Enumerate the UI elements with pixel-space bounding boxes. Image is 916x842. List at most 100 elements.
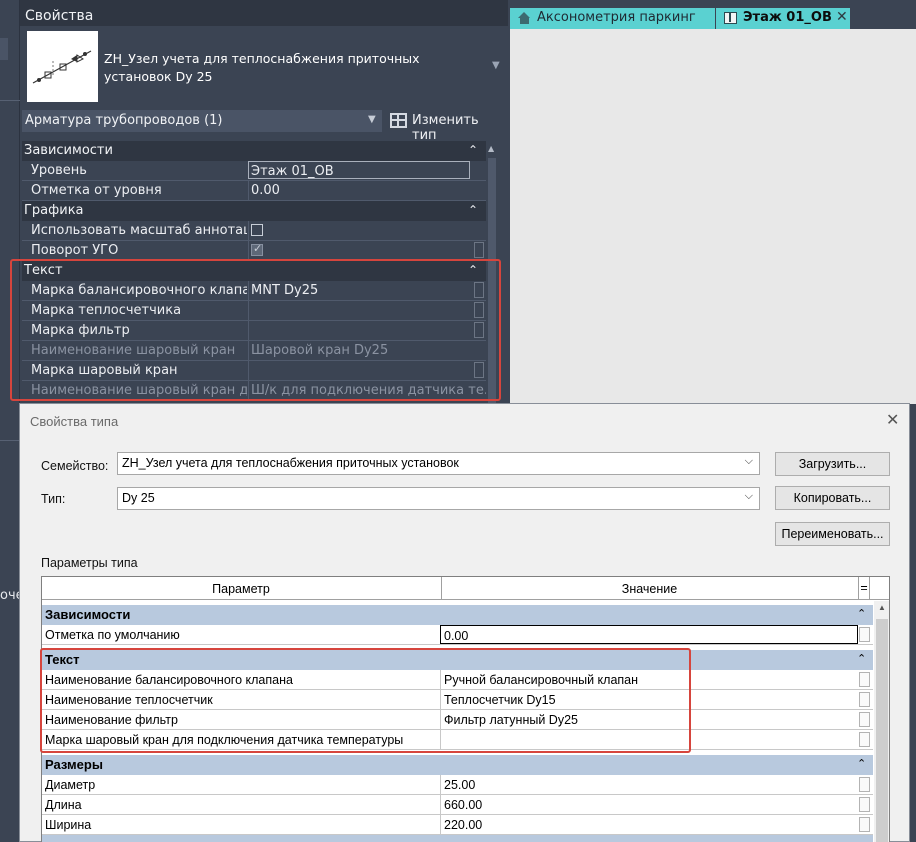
close-icon[interactable]: ✕ xyxy=(886,410,899,430)
property-value-cell xyxy=(248,221,486,240)
category-constraints[interactable]: Зависимости ⌃ xyxy=(22,141,486,161)
property-row-mark-balance-valve[interactable]: Марка балансировочного клапана MNT Dy25 xyxy=(22,281,486,301)
category-text[interactable]: Текст ⌃ xyxy=(22,261,486,281)
table-row[interactable]: Наименование фильтр Фильтр латунный Dy25 xyxy=(42,710,873,730)
property-row-annotation-scale[interactable]: Использовать масштаб аннотаций xyxy=(22,221,486,241)
table-row[interactable]: Марка шаровый кран для подключения датчи… xyxy=(42,730,873,750)
collapse-icon[interactable]: ⌃ xyxy=(857,652,866,665)
table-section-dimensions[interactable]: Размеры ⌃ xyxy=(42,755,873,775)
ugo-rotation-checkbox[interactable] xyxy=(251,242,263,256)
properties-scrollbar[interactable]: ▲ xyxy=(486,141,498,403)
formula-button[interactable] xyxy=(859,712,870,727)
table-row[interactable]: Диаметр 25.00 xyxy=(42,775,873,795)
associate-parameter-button[interactable] xyxy=(474,282,484,298)
chevron-down-icon[interactable]: ▼ xyxy=(368,114,376,125)
property-row-mark-ball-valve[interactable]: Марка шаровый кран xyxy=(22,361,486,381)
property-value[interactable] xyxy=(248,321,486,340)
property-name: Поворот УГО xyxy=(31,243,119,258)
load-button[interactable]: Загрузить... xyxy=(775,452,890,476)
annotation-scale-checkbox[interactable] xyxy=(251,224,263,236)
close-icon[interactable]: ✕ xyxy=(836,9,848,25)
parameter-value[interactable]: 25.00 xyxy=(440,775,858,794)
table-section-text[interactable]: Текст ⌃ xyxy=(42,650,873,670)
property-value: Шаровой кран Dy25 xyxy=(248,341,486,360)
scroll-up-icon[interactable]: ▲ xyxy=(878,603,886,612)
dialog-title: Свойства типа xyxy=(30,414,119,429)
associate-parameter-button[interactable] xyxy=(474,242,484,258)
dock-tab[interactable] xyxy=(0,38,8,60)
parameter-name: Марка шаровый кран для подключения датчи… xyxy=(45,733,404,747)
parameter-value[interactable] xyxy=(440,730,858,749)
edit-type-button[interactable]: Изменить тип xyxy=(388,110,506,143)
formula-button[interactable] xyxy=(859,692,870,707)
tab-axonometry-parking[interactable]: Аксонометрия паркинг xyxy=(510,8,715,29)
chevron-down-icon[interactable]: ▼ xyxy=(492,60,500,71)
table-row[interactable]: Длина 660.00 xyxy=(42,795,873,815)
formula-button[interactable] xyxy=(859,817,870,832)
type-value: Dy 25 xyxy=(122,491,155,505)
type-properties-dialog: Свойства типа ✕ Семейство: ZH_Узел учета… xyxy=(19,403,910,842)
table-row[interactable]: Наименование балансировочного клапана Ру… xyxy=(42,670,873,690)
property-name: Использовать масштаб аннотаций xyxy=(31,223,247,238)
formula-button[interactable] xyxy=(859,672,870,687)
type-dropdown[interactable]: Dy 25 ⌵ xyxy=(117,487,760,510)
parameter-value[interactable]: 220.00 xyxy=(440,815,858,834)
property-value[interactable] xyxy=(248,301,486,320)
property-row-ugo-rotation[interactable]: Поворот УГО xyxy=(22,241,486,261)
parameter-value-input[interactable]: 0.00 xyxy=(440,625,858,644)
property-row-level[interactable]: Уровень Этаж 01_ОВ xyxy=(22,161,486,181)
property-value[interactable]: MNT Dy25 xyxy=(248,281,486,300)
properties-palette: Свойства ZH_Узел учета для теплоснабжени… xyxy=(20,0,508,410)
copy-button[interactable]: Копировать... xyxy=(775,486,890,510)
rename-button[interactable]: Переименовать... xyxy=(775,522,890,546)
tab-floor-01-ov[interactable]: Этаж 01_ОВ ✕ xyxy=(716,8,850,29)
table-row[interactable]: Наименование теплосчетчик Теплосчетчик D… xyxy=(42,690,873,710)
parameter-value[interactable]: Теплосчетчик Dy15 xyxy=(440,690,858,709)
table-row[interactable]: Ширина 220.00 xyxy=(42,815,873,835)
associate-parameter-button[interactable] xyxy=(474,302,484,318)
parameter-value[interactable]: Фильтр латунный Dy25 xyxy=(440,710,858,729)
scrollbar-thumb[interactable] xyxy=(488,158,496,403)
collapse-icon[interactable]: ⌃ xyxy=(857,757,866,770)
formula-button[interactable] xyxy=(859,797,870,812)
associate-parameter-button[interactable] xyxy=(474,362,484,378)
column-header-parameter[interactable]: Параметр xyxy=(42,582,440,596)
drawing-view-area[interactable] xyxy=(510,29,916,404)
offset-value[interactable]: 0.00 xyxy=(248,181,486,200)
property-value[interactable] xyxy=(248,361,486,380)
formula-button[interactable] xyxy=(859,732,870,747)
category-graphics[interactable]: Графика ⌃ xyxy=(22,201,486,221)
element-filter-dropdown[interactable]: Арматура трубопроводов (1) xyxy=(22,110,382,132)
category-label: Текст xyxy=(24,263,63,278)
family-dropdown[interactable]: ZH_Узел учета для теплоснабжения приточн… xyxy=(117,452,760,475)
scrollbar-thumb[interactable] xyxy=(876,619,888,842)
table-row[interactable]: Отметка по умолчанию 0.00 xyxy=(42,625,873,645)
column-header-value[interactable]: Значение xyxy=(441,577,857,600)
scroll-up-icon[interactable]: ▲ xyxy=(488,144,494,153)
chevron-down-icon[interactable]: ⌵ xyxy=(745,455,753,468)
formula-button[interactable] xyxy=(859,627,870,642)
column-header-formula[interactable]: = xyxy=(858,577,870,600)
parameter-value[interactable]: 660.00 xyxy=(440,795,858,814)
table-section-constraints[interactable]: Зависимости ⌃ xyxy=(42,605,873,625)
parameter-name: Наименование фильтр xyxy=(45,713,178,727)
collapse-icon[interactable]: ⌃ xyxy=(468,203,478,217)
formula-button[interactable] xyxy=(859,777,870,792)
collapse-icon[interactable]: ⌃ xyxy=(468,143,478,157)
property-row-offset[interactable]: Отметка от уровня 0.00 xyxy=(22,181,486,201)
chevron-down-icon[interactable]: ⌵ xyxy=(745,490,753,503)
tab-label: Этаж 01_ОВ xyxy=(743,10,832,25)
level-input[interactable]: Этаж 01_ОВ xyxy=(248,161,470,179)
parameter-value[interactable]: Ручной балансировочный клапан xyxy=(440,670,858,689)
collapse-icon[interactable]: ⌃ xyxy=(857,607,866,620)
palette-title: Свойства xyxy=(20,0,508,26)
property-row-mark-filter[interactable]: Марка фильтр xyxy=(22,321,486,341)
category-label: Зависимости xyxy=(24,143,113,158)
property-name: Наименование шаровый кран xyxy=(31,343,236,358)
table-scrollbar[interactable]: ▲ xyxy=(874,601,889,842)
property-row-mark-heatmeter[interactable]: Марка теплосчетчика xyxy=(22,301,486,321)
collapse-icon[interactable]: ⌃ xyxy=(468,263,478,277)
instance-properties-grid: Зависимости ⌃ Уровень Этаж 01_ОВ Отметка… xyxy=(22,141,508,403)
property-row-name-ball-valve-sensor: Наименование шаровый кран д... Ш/к для п… xyxy=(22,381,486,401)
associate-parameter-button[interactable] xyxy=(474,322,484,338)
